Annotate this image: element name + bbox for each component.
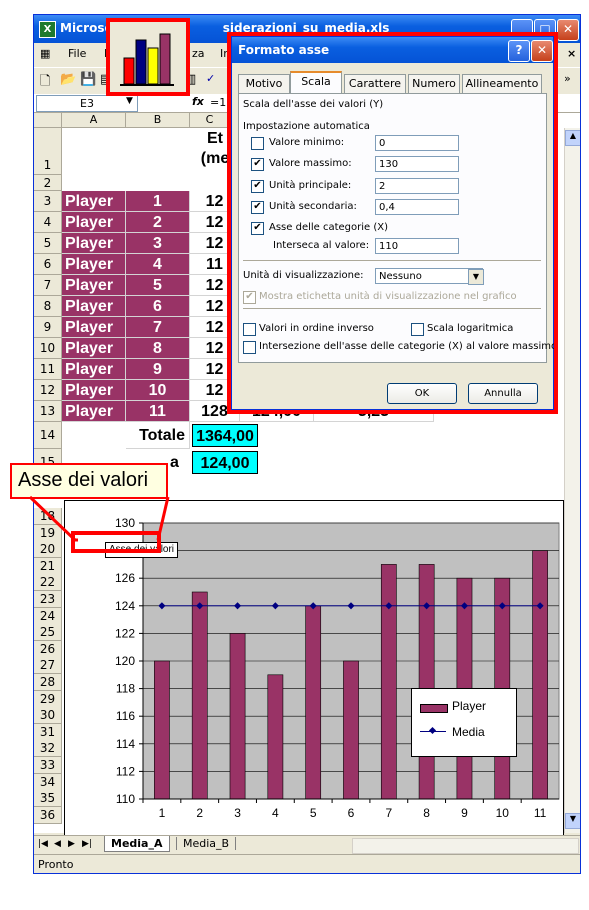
dialog-highlight	[227, 32, 558, 414]
chart-icon-highlight	[106, 18, 190, 96]
axis-label-highlight	[71, 531, 161, 553]
